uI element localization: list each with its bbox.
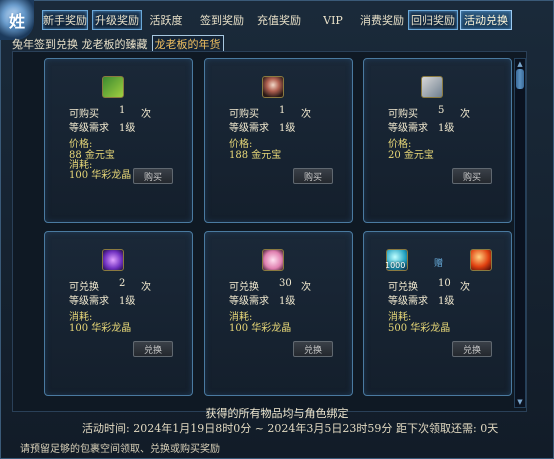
footer-hint: 请预留足够的包裹空间领取、兑换或购买奖励: [20, 444, 220, 455]
level-line: 等级需求 1级: [69, 119, 135, 134]
level-line: 等级需求 1级: [388, 292, 454, 307]
scroll-thumb[interactable]: [516, 69, 524, 89]
action-button[interactable]: 购买: [293, 168, 333, 184]
level-line: 等级需求 1级: [229, 119, 295, 134]
tab-6[interactable]: VIP: [318, 10, 348, 30]
remain-value: 0天: [480, 422, 499, 435]
next-claim: 距下次领取还需: 0天: [396, 420, 498, 436]
action-button[interactable]: 兑换: [293, 341, 333, 357]
tab-2[interactable]: 升级奖励: [92, 10, 142, 30]
cost-value: 500 华彩龙晶: [388, 323, 451, 334]
count-line: 可兑换 30 次: [229, 278, 311, 293]
tab-3[interactable]: 活跃度: [144, 10, 188, 30]
level-value: 1级: [119, 296, 136, 307]
tab-7[interactable]: 消费奖励: [356, 10, 408, 30]
tab-5[interactable]: 充值奖励: [254, 10, 304, 30]
icon-caption: 1000: [385, 261, 406, 270]
level-label: 等级需求: [229, 123, 269, 134]
count-unit: 次: [460, 282, 470, 293]
count-value: 30: [279, 278, 292, 289]
event-period: 活动时间: 2024年1月19日8时0分 ~ 2024年3月5日23时59分: [82, 420, 392, 436]
level-value: 1级: [279, 123, 296, 134]
count-line: 可购买 5 次: [388, 105, 470, 120]
crystal-icon[interactable]: [102, 249, 124, 271]
tab-1[interactable]: 新手奖励: [42, 10, 88, 30]
action-button[interactable]: 兑换: [452, 341, 492, 357]
count-unit: 次: [460, 109, 470, 120]
level-line: 等级需求 1级: [229, 292, 295, 307]
level-value: 1级: [279, 296, 296, 307]
level-label: 等级需求: [388, 296, 428, 307]
count-unit: 次: [301, 282, 311, 293]
remain-label: 距下次领取还需:: [396, 422, 477, 435]
reward-card: 可购买 1 次等级需求 1级 价格: 188 金元宝 购买: [204, 58, 353, 223]
count-value: 1: [119, 105, 126, 116]
scrollbar[interactable]: ▲ ▼: [514, 58, 526, 408]
count-value: 2: [119, 278, 126, 289]
tab-9[interactable]: 活动兑换: [460, 10, 512, 30]
level-value: 1级: [119, 123, 136, 134]
count-unit: 次: [141, 282, 151, 293]
reward-card: 可兑换 30 次等级需求 1级 消耗: 100 华彩龙晶 兑换: [204, 231, 353, 396]
count-line: 可购买 1 次: [229, 105, 311, 120]
level-value: 1级: [438, 296, 455, 307]
cost2-value: 100 华彩龙晶: [69, 170, 132, 181]
count-line: 可购买 1 次: [69, 105, 151, 120]
cost-value: 188 金元宝: [229, 150, 282, 161]
reward-card: 1000 赠可兑换 10 次等级需求 1级 消耗: 500 华彩龙晶 兑换: [363, 231, 512, 396]
reward-card: 可兑换 2 次等级需求 1级 消耗: 100 华彩龙晶 兑换: [44, 231, 193, 396]
cost-value: 100 华彩龙晶: [69, 323, 132, 334]
level-line: 等级需求 1级: [388, 119, 454, 134]
hero-portrait-icon[interactable]: [262, 76, 284, 98]
level-label: 等级需求: [69, 123, 109, 134]
level-line: 等级需求 1级: [69, 292, 135, 307]
scroll-up-icon[interactable]: ▲: [516, 60, 524, 68]
red-orb-icon[interactable]: [470, 249, 492, 271]
period-label: 活动时间:: [82, 422, 130, 435]
cube-icon[interactable]: [421, 76, 443, 98]
action-button[interactable]: 购买: [452, 168, 492, 184]
level-label: 等级需求: [69, 296, 109, 307]
cost-value: 100 华彩龙晶: [229, 323, 292, 334]
subtab-bar: 兔年签到兑换 龙老板的臻藏 龙老板的年货: [12, 35, 228, 53]
orb-icon[interactable]: 1000: [385, 249, 408, 271]
logo-icon: 姓: [0, 0, 34, 40]
subtab-list[interactable]: 兔年签到兑换 龙老板的臻藏: [12, 36, 148, 52]
count-value: 5: [438, 105, 445, 116]
tab-8[interactable]: 回归奖励: [408, 10, 458, 30]
count-value: 1: [279, 105, 286, 116]
count-unit: 次: [141, 109, 151, 120]
cost-value: 20 金元宝: [388, 150, 434, 161]
petal-icon[interactable]: [262, 249, 284, 271]
gift-label: 赠: [434, 259, 444, 269]
level-label: 等级需求: [229, 296, 269, 307]
chest-icon[interactable]: [102, 76, 124, 98]
action-button[interactable]: 购买: [133, 168, 173, 184]
count-line: 可兑换 2 次: [69, 278, 151, 293]
bind-notice: 获得的所有物品均与角色绑定: [205, 407, 349, 420]
tab-bar: 新手奖励 升级奖励 活跃度 签到奖励 充值奖励 VIP 消费奖励 回归奖励 活动兑换: [36, 6, 550, 32]
tab-4[interactable]: 签到奖励: [198, 10, 246, 30]
reward-card: 可购买 1 次等级需求 1级 价格: 88 金元宝 消耗: 100 华彩龙晶 购买: [44, 58, 193, 223]
level-label: 等级需求: [388, 123, 428, 134]
period-value: 2024年1月19日8时0分 ~ 2024年3月5日23时59分: [133, 422, 393, 435]
count-line: 可兑换 10 次: [388, 278, 470, 293]
count-unit: 次: [301, 109, 311, 120]
reward-card: 可购买 5 次等级需求 1级 价格: 20 金元宝 购买: [363, 58, 512, 223]
action-button[interactable]: 兑换: [133, 341, 173, 357]
count-value: 10: [438, 278, 451, 289]
level-value: 1级: [438, 123, 455, 134]
